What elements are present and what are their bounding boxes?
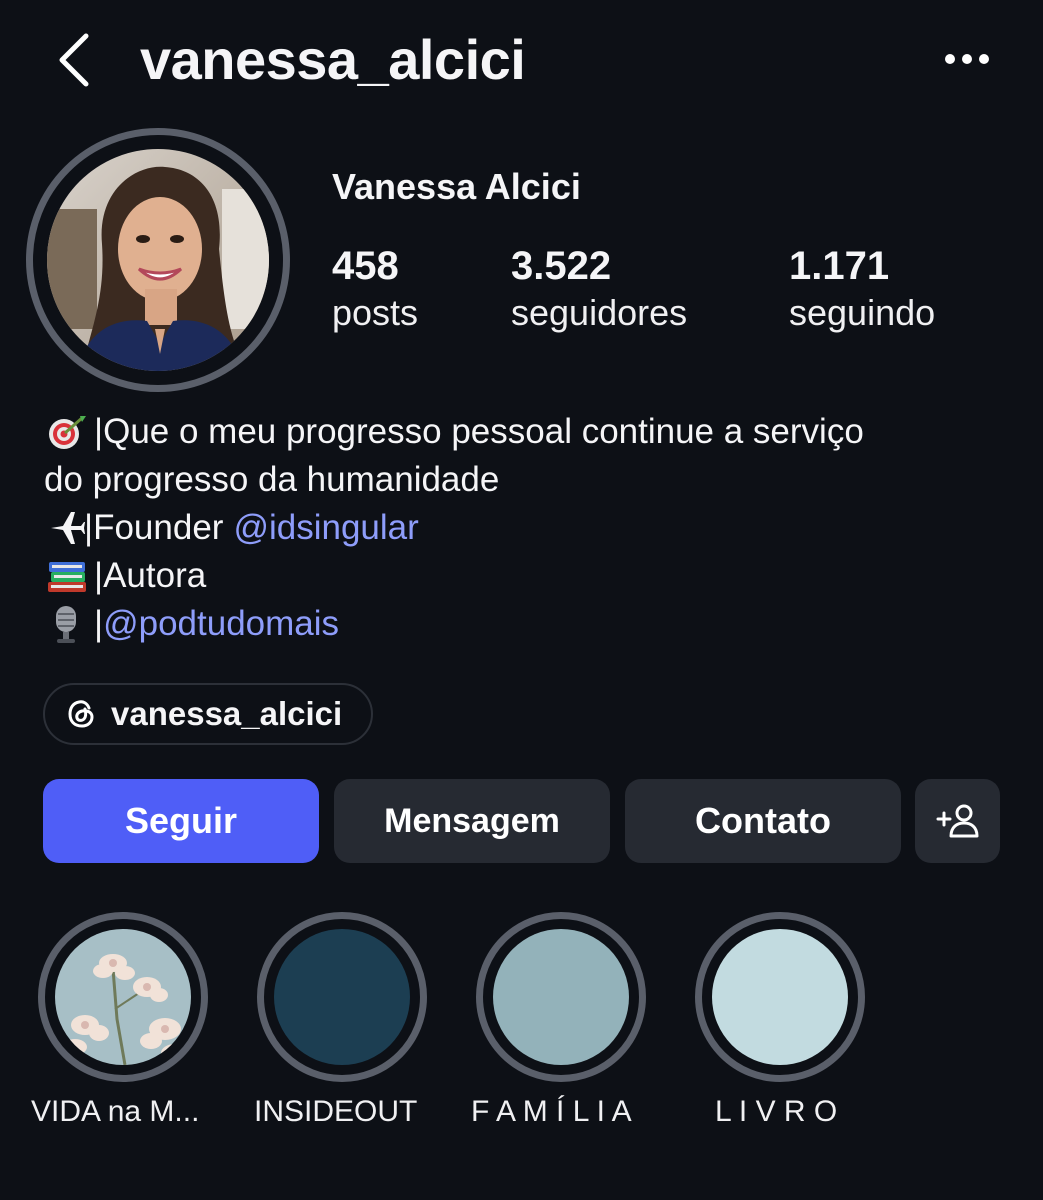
- story-highlight[interactable]: VIDA na M...: [28, 912, 228, 1142]
- more-options-button[interactable]: [942, 45, 992, 73]
- stat-following[interactable]: 1.171 seguindo: [789, 242, 935, 336]
- bio-text: do progresso da humanidade: [44, 460, 500, 499]
- back-button[interactable]: [52, 30, 98, 90]
- bio-line: |Autora: [44, 552, 1014, 600]
- bio-text: |Founder: [84, 508, 224, 547]
- contact-button[interactable]: Contato: [625, 779, 901, 863]
- profile-bio: |Que o meu progresso pessoal continue a …: [44, 408, 1014, 648]
- story-highlight[interactable]: INSIDEOUT: [247, 912, 447, 1142]
- flowers-photo: [55, 929, 191, 1065]
- books-icon: [44, 556, 90, 596]
- avatar-photo: [47, 149, 269, 371]
- avatar[interactable]: [47, 149, 269, 371]
- mention-link[interactable]: @podtudomais: [103, 600, 339, 648]
- avatar-story-ring[interactable]: [26, 128, 290, 392]
- highlight-cover: [274, 929, 410, 1065]
- bio-line: |Que o meu progresso pessoal continue a …: [44, 408, 1014, 456]
- highlight-label: INSIDEOUT: [254, 1095, 418, 1128]
- highlight-ring: [38, 912, 208, 1082]
- story-highlight[interactable]: F A M Í L I A: [466, 912, 666, 1142]
- threads-profile-link[interactable]: vanessa_alcici: [43, 683, 373, 745]
- target-dart-icon: [44, 412, 90, 452]
- message-button[interactable]: Mensagem: [334, 779, 610, 863]
- highlight-ring: [695, 912, 865, 1082]
- profile-username-title: vanessa_alcici: [140, 28, 526, 91]
- highlight-cover: [493, 929, 629, 1065]
- bio-line: | @podtudomais: [44, 600, 1014, 648]
- airplane-icon: [44, 508, 85, 548]
- followers-count: 3.522: [511, 244, 612, 288]
- profile-header: vanessa_alcici: [0, 0, 1043, 120]
- threads-handle: vanessa_alcici: [111, 695, 343, 732]
- add-user-icon: [936, 804, 978, 838]
- bio-text: |Que o meu progresso pessoal continue a …: [94, 412, 864, 451]
- follow-button[interactable]: Seguir: [43, 779, 319, 863]
- followers-label: seguidores: [511, 292, 688, 333]
- more-horizontal-icon: [945, 54, 989, 64]
- stat-followers[interactable]: 3.522 seguidores: [511, 242, 687, 336]
- profile-display-name: Vanessa Alcici: [332, 166, 581, 207]
- story-highlight[interactable]: L I V R O: [685, 912, 885, 1142]
- mention-link[interactable]: @idsingular: [233, 504, 418, 552]
- highlight-cover: [55, 929, 191, 1065]
- suggested-users-button[interactable]: [915, 779, 1000, 863]
- posts-label: posts: [332, 292, 419, 333]
- highlight-ring: [476, 912, 646, 1082]
- bio-line: |Founder @idsingular: [44, 504, 1014, 552]
- bio-text: |Autora: [94, 556, 207, 595]
- threads-icon: [65, 697, 99, 731]
- microphone-icon: [44, 604, 90, 644]
- chevron-left-icon: [59, 33, 89, 87]
- highlight-label: L I V R O: [715, 1095, 838, 1128]
- highlight-cover: [712, 929, 848, 1065]
- highlight-label: VIDA na M...: [31, 1095, 200, 1128]
- stat-posts[interactable]: 458 posts: [332, 242, 418, 336]
- bio-text: |: [94, 604, 104, 643]
- highlight-ring: [257, 912, 427, 1082]
- highlight-label: F A M Í L I A: [471, 1095, 632, 1128]
- posts-count: 458: [332, 244, 399, 288]
- following-count: 1.171: [789, 244, 890, 288]
- following-label: seguindo: [789, 292, 936, 333]
- bio-line: do progresso da humanidade: [44, 456, 1014, 504]
